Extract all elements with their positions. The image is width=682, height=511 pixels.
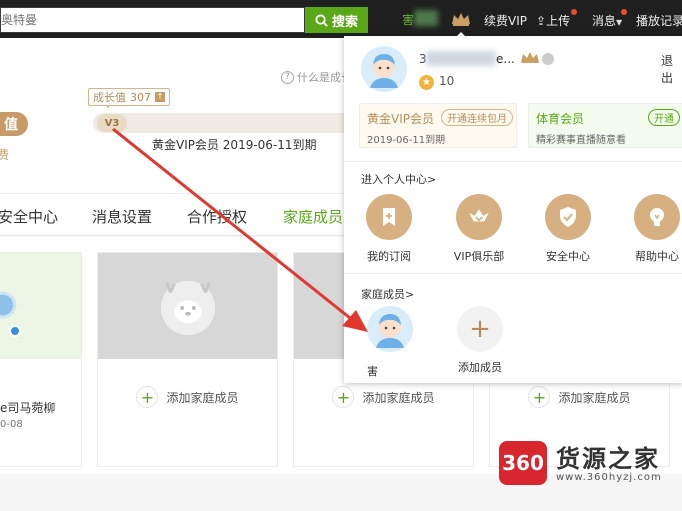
vip-crown-icon[interactable] <box>450 11 472 27</box>
messages-menu[interactable]: 消息▼ <box>592 12 622 29</box>
vip-crown-icon <box>521 52 539 63</box>
subscription-icon <box>366 194 412 240</box>
add-member-label: 添加成员 <box>458 361 502 374</box>
add-family-member-action[interactable]: + 添加家庭成员 <box>490 386 669 408</box>
recharge-button[interactable]: 值 <box>0 112 28 136</box>
growth-value-badge: 成长值 307 ↑ <box>88 88 170 108</box>
messages-label: 消息 <box>592 14 617 28</box>
tab-security-center[interactable]: 安全中心 <box>0 206 58 227</box>
sports-member-card[interactable]: 体育会员 开通 精彩赛事直播随意看 <box>528 103 682 148</box>
gold-vip-subscribe-button[interactable]: 开通连续包月 <box>441 109 513 126</box>
growth-value: 307 <box>130 90 151 104</box>
family-card-empty[interactable]: + 添加家庭成员 <box>97 252 278 467</box>
personal-center-link[interactable]: 进入个人中心> <box>361 171 436 187</box>
blurred-username <box>414 10 438 26</box>
deer-mascot-icon <box>160 280 215 336</box>
upload-notification-dot <box>571 9 577 15</box>
plus-icon: + <box>528 386 551 408</box>
question-icon: ? <box>281 70 294 84</box>
top-navigation-bar: 搜索 害 续费VIP ⇪上传 消息▼ 播放记录 <box>0 0 682 38</box>
level-star-icon: ★ <box>419 75 434 90</box>
renew-link[interactable]: 费 <box>0 146 9 163</box>
sports-member-title: 体育会员 <box>536 112 585 126</box>
family-card-banner <box>98 253 277 359</box>
search-button[interactable]: 搜索 <box>305 7 368 33</box>
renew-vip-link[interactable]: 续费VIP <box>484 12 527 29</box>
my-subscription-entry[interactable]: 我的订阅 <box>359 194 419 264</box>
user-level: 10 <box>439 74 455 88</box>
gold-vip-title: 黄金VIP会员 <box>367 112 434 126</box>
add-family-member-label: 添加家庭成员 <box>362 390 435 405</box>
upload-menu[interactable]: ⇪上传 <box>536 12 570 29</box>
family-member-name: 害 <box>367 365 378 378</box>
family-card-self-banner <box>0 253 81 359</box>
top-user-name[interactable]: 害 <box>402 11 414 28</box>
help-center-label: 帮助中心 <box>635 250 679 263</box>
family-card-self[interactable]: e司马菀柳 0-08 <box>0 252 82 467</box>
page: 搜索 害 续费VIP ⇪上传 消息▼ 播放记录 ? 什么是成长值 成长值 307… <box>0 0 682 511</box>
arrow-up-icon: ↑ <box>155 92 165 102</box>
growth-progress-bar <box>93 113 353 133</box>
verified-badge-icon <box>9 325 21 337</box>
add-family-member-label: 添加家庭成员 <box>558 390 631 405</box>
member-status-text: 黄金VIP会员 2019-06-11到期 <box>152 138 317 152</box>
help-center-entry[interactable]: 帮助中心 <box>627 194 682 264</box>
tab-message-settings[interactable]: 消息设置 <box>92 206 152 227</box>
family-members-link[interactable]: 家庭成员> <box>361 286 414 302</box>
add-family-member-action[interactable]: + 添加家庭成员 <box>294 386 473 408</box>
divider <box>344 161 682 162</box>
search-button-label: 搜索 <box>331 14 358 30</box>
play-history-link[interactable]: 播放记录 <box>636 12 682 29</box>
plus-icon: + <box>332 386 355 408</box>
avatar <box>367 306 413 352</box>
security-center-entry[interactable]: 安全中心 <box>538 194 598 264</box>
security-center-label: 安全中心 <box>546 250 590 263</box>
sports-member-subtitle: 精彩赛事直播随意看 <box>536 135 626 146</box>
logout-link[interactable]: 退出 <box>661 52 682 86</box>
vip-club-icon <box>456 194 502 240</box>
gold-vip-expiry: 2019-06-11到期 <box>367 135 446 146</box>
watermark-url: www.360hyzj.com <box>556 472 662 483</box>
growth-label: 成长值 <box>93 91 126 104</box>
family-member-item[interactable]: 害 <box>364 306 416 379</box>
plus-icon: + <box>457 306 503 352</box>
tab-family-members[interactable]: 家庭成员 <box>283 206 343 227</box>
upload-label: 上传 <box>546 14 571 28</box>
avatar[interactable] <box>361 46 407 92</box>
add-member-button[interactable]: + 添加成员 <box>450 306 510 375</box>
lightbulb-icon <box>634 194 680 240</box>
vip-club-entry[interactable]: VIP俱乐部 <box>449 194 509 264</box>
tab-cooperation[interactable]: 合作授权 <box>187 206 247 227</box>
family-member-date: 0-08 <box>0 419 23 430</box>
add-family-member-label: 添加家庭成员 <box>166 390 239 405</box>
user-dropdown-panel: 3 e... 退出 ★ 10 黄金VIP会员 开通连续包月 2019-06-11… <box>344 36 682 383</box>
gold-vip-card[interactable]: 黄金VIP会员 开通连续包月 2019-06-11到期 <box>359 103 517 148</box>
vip-level-chip: V3 <box>97 114 127 132</box>
search-input[interactable] <box>1 8 301 32</box>
search-icon <box>315 13 328 27</box>
my-subscription-label: 我的订阅 <box>367 250 411 263</box>
chevron-down-icon: ▼ <box>616 18 623 27</box>
search-box[interactable] <box>0 7 305 33</box>
divider <box>344 273 682 274</box>
vip-club-label: VIP俱乐部 <box>453 250 505 263</box>
badge-icon <box>542 53 554 65</box>
messages-notification-dot <box>621 9 627 15</box>
family-member-name: e司马菀柳 <box>0 401 56 415</box>
sports-member-open-button[interactable]: 开通 <box>648 109 680 126</box>
add-family-member-action[interactable]: + 添加家庭成员 <box>98 386 277 408</box>
shield-check-icon <box>545 194 591 240</box>
site-watermark: 360 货源之家 www.360hyzj.com <box>499 437 682 489</box>
watermark-logo: 360 <box>499 441 547 485</box>
profile-name-suffix: e... <box>496 52 515 66</box>
plus-icon: + <box>136 386 159 408</box>
watermark-title: 货源之家 <box>556 445 660 473</box>
blurred-username <box>426 51 496 66</box>
